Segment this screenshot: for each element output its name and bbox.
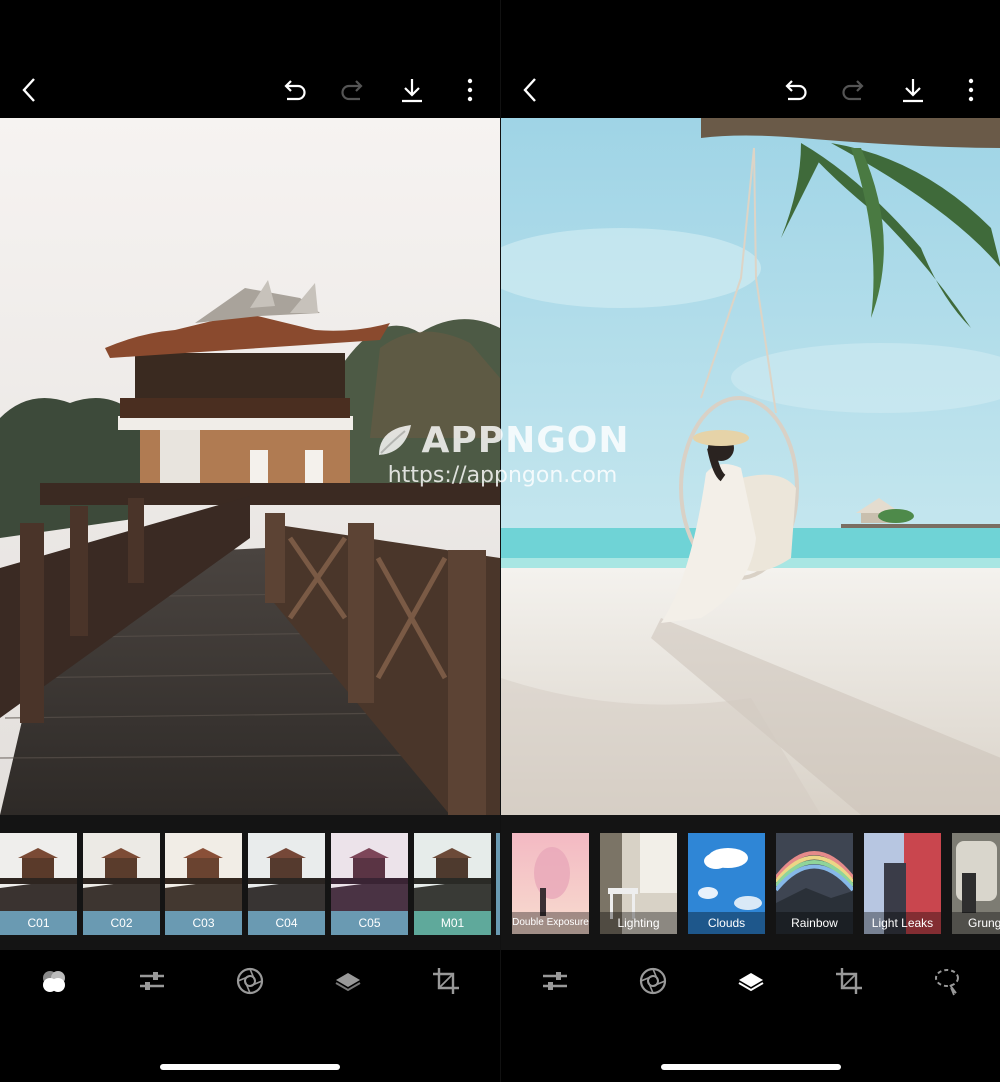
filter-strip[interactable]: C01 C02 C03 C04 C05 M01 — [0, 815, 500, 950]
more-icon[interactable] — [953, 72, 989, 108]
effect-thumb[interactable]: Lighting — [600, 833, 677, 934]
right-screen: Double Exposure Lighting Clouds Rainbow … — [500, 0, 1000, 1082]
filter-label: C02 — [83, 911, 160, 935]
home-indicator[interactable] — [160, 1064, 340, 1070]
beach-swing-photo — [501, 118, 1000, 815]
adjust-icon[interactable] — [132, 964, 172, 998]
lasso-icon[interactable] — [927, 964, 967, 998]
filter-thumb[interactable]: M01 — [414, 833, 491, 935]
effect-label: Double Exposure — [512, 912, 589, 934]
filter-thumb[interactable]: C03 — [165, 833, 242, 935]
filter-thumb[interactable]: C05 — [331, 833, 408, 935]
effect-label: Light Leaks — [864, 912, 941, 934]
filter-thumb[interactable]: C04 — [248, 833, 325, 935]
lens-icon[interactable] — [230, 964, 270, 998]
filter-preview — [165, 833, 242, 911]
undo-icon[interactable] — [276, 72, 312, 108]
bottom-toolbar — [501, 950, 1000, 1082]
layers-icon[interactable] — [328, 964, 368, 998]
home-indicator[interactable] — [661, 1064, 841, 1070]
filter-preview — [248, 833, 325, 911]
effect-thumb[interactable]: Clouds — [688, 833, 765, 934]
filter-label: M01 — [414, 911, 491, 935]
crop-icon[interactable] — [829, 964, 869, 998]
effect-label: Lighting — [600, 912, 677, 934]
filter-thumb[interactable]: C01 — [0, 833, 77, 935]
bottom-toolbar — [0, 950, 500, 1082]
filter-label: C01 — [0, 911, 77, 935]
filter-label: C04 — [248, 911, 325, 935]
effect-thumb[interactable]: Double Exposure — [512, 833, 589, 934]
effect-thumb[interactable]: Rainbow — [776, 833, 853, 934]
effects-strip[interactable]: Double Exposure Lighting Clouds Rainbow … — [501, 815, 1000, 950]
back-icon[interactable] — [513, 72, 549, 108]
filter-label: C03 — [165, 911, 242, 935]
filters-icon[interactable] — [34, 964, 74, 998]
adjust-icon[interactable] — [535, 964, 575, 998]
filter-label: C05 — [331, 911, 408, 935]
back-icon[interactable] — [12, 72, 48, 108]
filter-preview — [414, 833, 491, 911]
redo-icon[interactable] — [836, 72, 872, 108]
effect-label: Grung — [952, 912, 1000, 934]
filter-preview — [0, 833, 77, 911]
pagoda-pier-photo — [0, 118, 500, 815]
effect-label: Rainbow — [776, 912, 853, 934]
filter-thumb[interactable]: C02 — [83, 833, 160, 935]
download-icon[interactable] — [895, 72, 931, 108]
top-toolbar — [501, 60, 1000, 118]
effect-thumb[interactable]: Grung — [952, 833, 1000, 934]
redo-icon[interactable] — [335, 72, 371, 108]
effect-label: Clouds — [688, 912, 765, 934]
filter-preview — [83, 833, 160, 911]
effect-thumb[interactable]: Light Leaks — [864, 833, 941, 934]
more-icon[interactable] — [452, 72, 488, 108]
crop-icon[interactable] — [426, 964, 466, 998]
lens-icon[interactable] — [633, 964, 673, 998]
layers-icon[interactable] — [731, 964, 771, 998]
download-icon[interactable] — [394, 72, 430, 108]
undo-icon[interactable] — [777, 72, 813, 108]
filter-preview — [331, 833, 408, 911]
left-screen: C01 C02 C03 C04 C05 M01 — [0, 0, 500, 1082]
top-toolbar — [0, 60, 500, 118]
